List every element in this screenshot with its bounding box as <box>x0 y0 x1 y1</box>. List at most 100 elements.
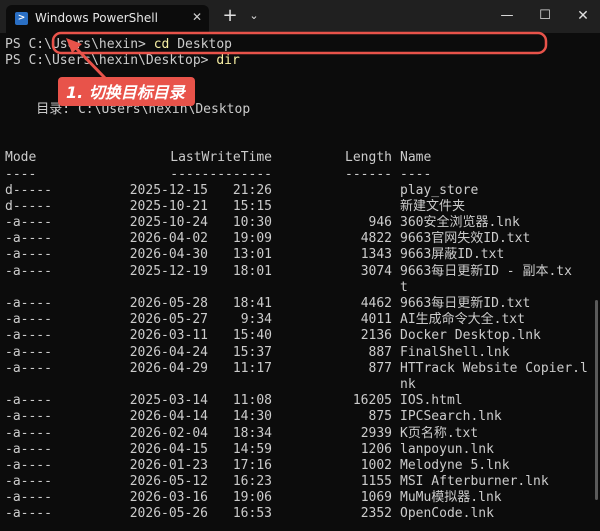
rule-gap <box>392 167 400 183</box>
file-length: 877 <box>368 360 392 376</box>
file-time: 10:30 <box>232 215 272 231</box>
file-name: 360安全浏览器.lnk <box>400 215 520 231</box>
file-name: FinalShell.lnk <box>400 344 510 360</box>
file-time: 18:34 <box>232 425 272 441</box>
file-list: d----- 2025-12-15 21:26 play_store d----- 202… <box>5 183 595 523</box>
table-row: -a---- 2025-10-24 10:30 946 360安全浏览器.lnk <box>5 215 595 231</box>
file-time: 19:06 <box>232 490 272 506</box>
tab-title: Windows PowerShell <box>35 11 158 25</box>
new-tab-button[interactable]: + <box>220 6 240 26</box>
file-date: 2025-12-15 <box>129 182 208 198</box>
header-mode: Mode <box>5 150 37 166</box>
file-gap <box>392 345 400 361</box>
table-row: -a---- 2026-05-28 18:41 4462 9663每日更新ID.txt <box>5 296 595 312</box>
maximize-button[interactable]: ☐ <box>534 6 556 26</box>
file-name: IOS.html <box>400 393 463 409</box>
file-date: 2026-04-02 <box>129 231 208 247</box>
file-time: 18:01 <box>232 263 272 279</box>
file-gap <box>392 264 400 280</box>
table-row: -a---- 2025-03-14 11:08 16205 IOS.html <box>5 393 595 409</box>
file-mode: -a---- <box>5 409 52 425</box>
file-gap <box>392 506 400 522</box>
file-time: 13:01 <box>232 247 272 263</box>
file-name: 9663官网失效ID.txt <box>400 231 531 247</box>
file-date: 2025-10-24 <box>129 215 208 231</box>
file-name: Melodyne 5.lnk <box>400 457 510 473</box>
rule-length: ------ <box>345 166 392 182</box>
file-mode: -a---- <box>5 360 52 376</box>
file-length: 875 <box>368 409 392 425</box>
file-time: 16:53 <box>232 506 272 522</box>
table-row: -a---- 2026-04-29 11:17 877 HTTrack Website … <box>5 361 595 377</box>
file-time: 21:26 <box>232 182 272 198</box>
table-rule: ---- ------------- ------ ---- <box>5 167 595 183</box>
file-mode: -a---- <box>5 393 52 409</box>
file-name: HTTrack Website Copier.l <box>400 360 588 376</box>
table-row: -a---- 2025-12-19 18:01 3074 9663每日更新ID - 副本… <box>5 264 595 280</box>
file-name: MuMu模拟器.lnk <box>400 490 502 506</box>
file-date: 2026-01-23 <box>129 457 208 473</box>
table-row: -a---- 2026-04-24 15:37 887 FinalShell.lnk <box>5 345 595 361</box>
file-date: 2026-05-27 <box>129 312 208 328</box>
file-mode: -a---- <box>5 425 52 441</box>
table-row: -a---- 2026-01-23 17:16 1002 Melodyne 5.lnk <box>5 458 595 474</box>
file-length: 16205 <box>352 393 392 409</box>
tab-windows-powershell[interactable]: > Windows PowerShell ✕ <box>6 5 209 33</box>
file-gap <box>392 296 400 312</box>
table-header: Mode LastWriteTime Length Name <box>5 150 595 166</box>
close-window-button[interactable]: ✕ <box>572 6 594 26</box>
file-gap <box>392 361 400 377</box>
file-name: K页名称.txt <box>400 425 479 441</box>
file-mode: -a---- <box>5 296 52 311</box>
rule-name: ---- <box>400 166 432 182</box>
file-date: 2026-05-26 <box>129 506 208 522</box>
file-name: play_store <box>400 182 479 198</box>
table-row: -a---- 2026-05-27 9:34 4011 AI生成命令大全.txt <box>5 312 595 328</box>
scrollbar[interactable] <box>595 300 598 500</box>
prompt-line-dir: PS C:\Users\hexin\Desktop> dir <box>5 53 595 69</box>
table-row-continuation: nk <box>5 377 595 393</box>
rule-mode: ---- <box>5 166 37 182</box>
file-date: 2025-03-14 <box>129 393 208 409</box>
command-arg: Desktop <box>169 37 232 52</box>
table-row: d----- 2025-10-21 15:15 新建文件夹 <box>5 199 595 215</box>
table-row-continuation: t <box>5 280 595 296</box>
powershell-icon: > <box>15 12 28 25</box>
command-dir: dir <box>216 53 240 69</box>
table-row: -a---- 2026-04-15 14:59 1206 lanpoyun.lnk <box>5 442 595 458</box>
file-mode: -a---- <box>5 457 52 473</box>
file-length: 1002 <box>360 457 392 473</box>
file-date: 2026-04-14 <box>129 409 208 425</box>
file-mode: -a---- <box>5 490 52 506</box>
tab-close-icon[interactable]: ✕ <box>189 9 205 25</box>
prompt-line-cd: PS C:\Users\hexin> cd Desktop <box>5 37 595 53</box>
file-mode: -a---- <box>5 231 52 247</box>
file-gap <box>392 474 400 490</box>
file-date: 2025-12-19 <box>129 263 208 279</box>
file-date: 2026-03-11 <box>129 328 208 344</box>
file-length: 4822 <box>360 231 392 247</box>
file-date: 2026-02-04 <box>129 425 208 441</box>
file-length: 4462 <box>360 296 392 311</box>
file-length: 887 <box>368 344 392 360</box>
terminal-output[interactable]: PS C:\Users\hexin> cd Desktop PS C:\User… <box>5 37 595 531</box>
file-name: IPCSearch.lnk <box>400 409 502 425</box>
file-time: 16:23 <box>232 474 272 490</box>
header-name: Name <box>400 150 432 166</box>
file-date: 2026-05-12 <box>129 474 208 490</box>
title-bar: > Windows PowerShell ✕ + ⌄ — ☐ ✕ <box>0 0 600 33</box>
table-row: -a---- 2026-04-02 19:09 4822 9663官网失效ID.txt <box>5 231 595 247</box>
file-date: 2025-10-21 <box>129 198 208 214</box>
minimize-button[interactable]: — <box>496 6 518 26</box>
file-length <box>272 183 392 199</box>
file-gap <box>392 442 400 458</box>
chevron-down-icon[interactable]: ⌄ <box>246 8 262 24</box>
file-date: 2026-04-24 <box>129 344 208 360</box>
file-length: 3074 <box>360 263 392 279</box>
file-time: 15:37 <box>232 344 272 360</box>
file-mode: -a---- <box>5 215 52 231</box>
file-gap <box>392 312 400 328</box>
